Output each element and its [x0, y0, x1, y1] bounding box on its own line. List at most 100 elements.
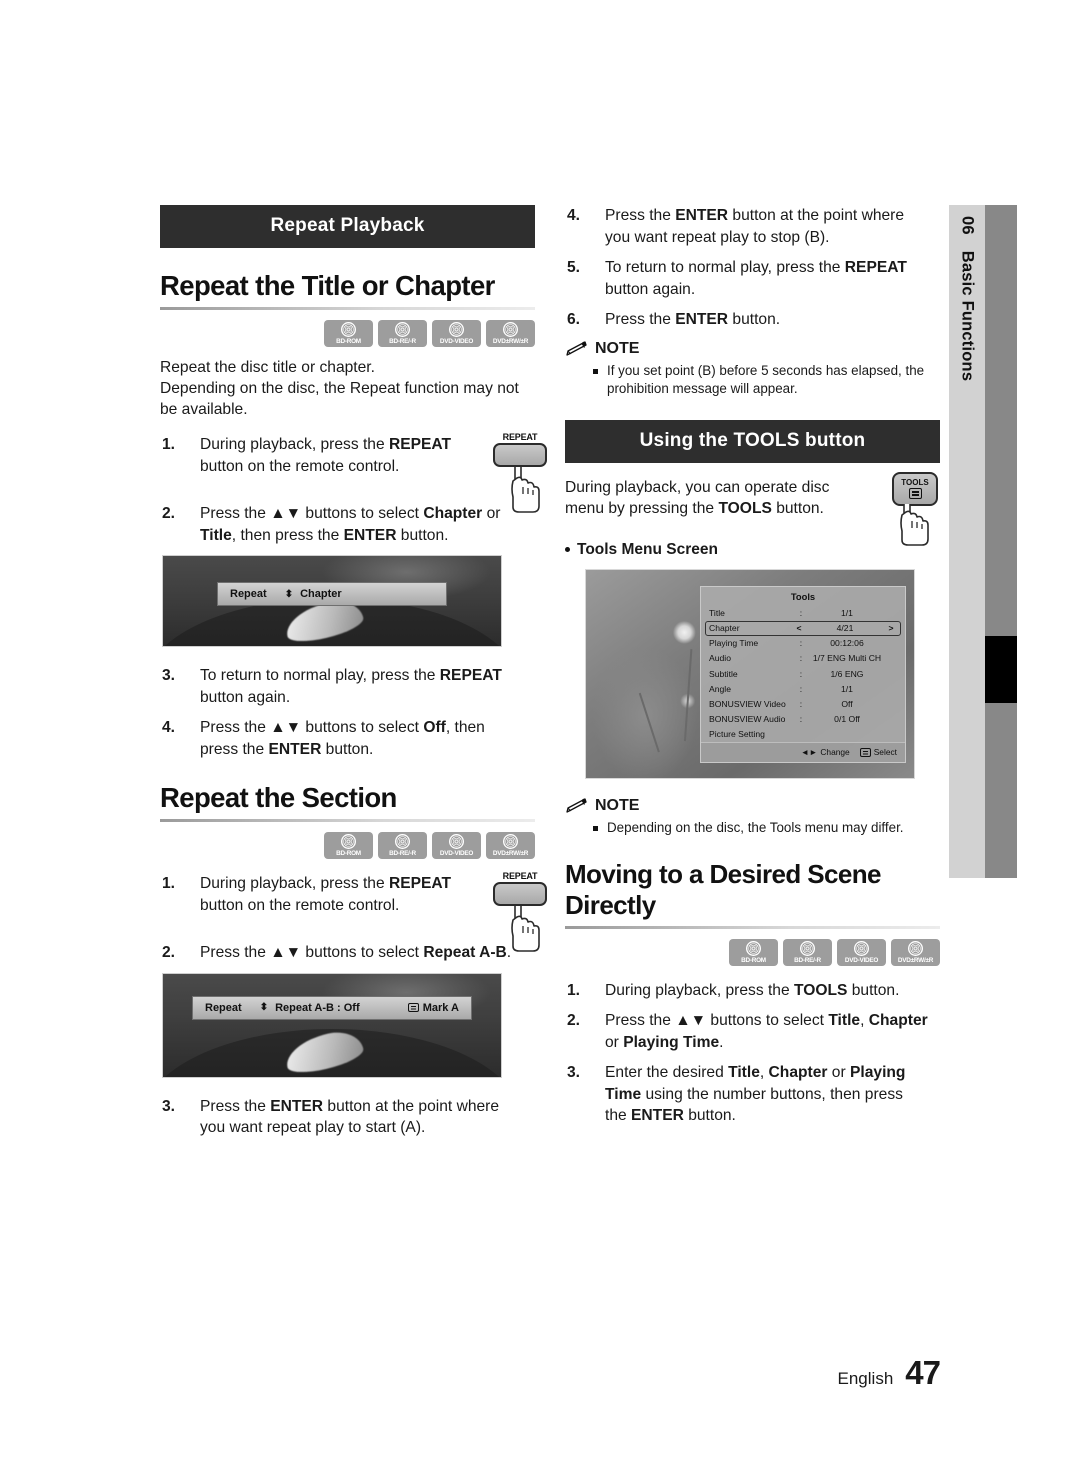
key-label: REPEAT [502, 432, 538, 442]
note-title: NOTE [595, 796, 640, 814]
disc-label: DVD-VIDEO [844, 956, 879, 964]
disc-label: BD-ROM [336, 850, 361, 857]
row-separator: : [799, 683, 803, 694]
disc-label: DVD±RW/±R [492, 850, 529, 857]
up-down-arrow-icon: ⬍ [259, 1002, 269, 1013]
step-number: 5. [567, 259, 581, 276]
disc-label: BD-ROM [741, 956, 766, 964]
pressing-hand-icon [511, 906, 540, 952]
list-item: 3. Enter the desired Title, Chapter or P… [565, 1062, 940, 1127]
disc-icon-dvd-rw-r: DVD±RW/±R [486, 832, 535, 859]
list-item: If you set point (B) before 5 seconds ha… [593, 362, 940, 398]
step-text: To return to normal play, press the REPE… [200, 667, 502, 706]
disc-icon-bd-rom: BD-ROM [729, 938, 778, 966]
step-text: To return to normal play, press the REPE… [605, 259, 907, 298]
steps-repeat-section-1-2: 1. During playback, press the REPEAT butt… [160, 873, 535, 964]
disc-glyph-icon [908, 940, 923, 956]
disc-glyph-icon [395, 834, 410, 849]
manual-page: 06 Basic Functions Repeat Playback Repeat… [0, 0, 1080, 1477]
table-row[interactable]: Subtitle : 1/6 ENG [705, 666, 901, 681]
disc-glyph-icon [449, 834, 464, 849]
note-items-2: Depending on the disc, the Tools menu ma… [565, 819, 940, 837]
disc-icon-dvd-video: DVD-VIDEO [837, 938, 886, 966]
heading-repeat-title-or-chapter: Repeat the Title or Chapter [160, 270, 495, 301]
bullet-dot-icon [565, 547, 570, 552]
row-key: Playing Time [709, 638, 759, 649]
remote-key-repeat-2: REPEAT [489, 871, 551, 957]
right-arrow-icon[interactable]: > [885, 623, 897, 634]
note-heading-1: NOTE [565, 340, 940, 358]
row-value: 0/1 Off [834, 714, 860, 725]
step-text: During playback, press the TOOLS button. [605, 981, 900, 999]
step-text: Press the ▲▼ buttons to select Title, Ch… [605, 1012, 928, 1051]
heading-repeat-the-section: Repeat the Section [160, 782, 397, 813]
section-banner-using-tools: Using the TOOLS button [565, 419, 940, 463]
disc-glyph-icon [395, 322, 410, 337]
table-row[interactable]: Audio : 1/7 ENG Multi CH [705, 651, 901, 666]
pencil-icon [566, 340, 587, 356]
row-value: 4/21 [836, 622, 854, 633]
edge-bar-gray [985, 205, 1017, 878]
disc-label: DVD-VIDEO [439, 850, 474, 857]
list-item: 3. To return to normal play, press the R… [160, 665, 535, 708]
step-number: 4. [567, 207, 581, 224]
osd-label: Repeat [205, 1001, 242, 1014]
table-row[interactable]: Picture Setting [705, 727, 901, 742]
row-separator: : [799, 607, 803, 618]
pressing-hand-icon [900, 503, 929, 546]
key-label: REPEAT [502, 871, 538, 881]
table-row[interactable]: BONUSVIEW Video : Off [705, 697, 901, 712]
disc-label: BD-ROM [336, 338, 361, 345]
left-arrow-icon[interactable]: < [793, 623, 805, 634]
osd-enter-label: Mark A [422, 1001, 459, 1014]
chapter-number: 06 [958, 215, 977, 235]
right-column: 4. Press the ENTER button at the point w… [565, 205, 940, 1136]
step-number: 2. [162, 505, 176, 522]
osd-repeat-bar: Repeat ⬍ Chapter [217, 582, 447, 606]
list-item: 2. Press the ▲▼ buttons to select Title,… [565, 1010, 940, 1053]
up-down-arrow-icon: ⬍ [284, 588, 294, 600]
disc-label: BD-RE/-R [794, 956, 821, 964]
disc-label: DVD-VIDEO [439, 338, 474, 345]
table-row[interactable]: Angle : 1/1 [705, 682, 901, 697]
disc-label: DVD±RW/±R [492, 338, 529, 345]
chapter-name: Basic Functions [958, 250, 977, 381]
heading-rule [160, 307, 535, 310]
osd-value: Repeat A-B : Off [275, 1001, 360, 1014]
row-value: 1/1 [841, 607, 853, 618]
step-number: 1. [162, 875, 176, 892]
row-separator: : [799, 668, 803, 679]
row-value: 1/6 ENG [830, 668, 864, 679]
disc-glyph-icon [503, 322, 518, 337]
note-heading-2: NOTE [565, 797, 940, 815]
step-text: Press the ▲▼ buttons to select Chapter o… [200, 505, 501, 544]
table-row[interactable]: Playing Time : 00:12:06 [705, 636, 901, 651]
row-key: Picture Setting [709, 729, 765, 740]
key-cap: TOOLS [892, 471, 938, 506]
disc-icon-bd-rom: BD-ROM [324, 320, 373, 347]
disc-icon-bd-re-r: BD-RE/-R [378, 320, 427, 347]
table-row-selected[interactable]: Chapter < 4/21 > [705, 620, 901, 637]
page-footer: English 47 [838, 1354, 941, 1392]
disc-icon-bd-rom: BD-ROM [324, 832, 373, 859]
row-key: Audio [709, 653, 731, 664]
list-item: 1. During playback, press the TOOLS butt… [565, 980, 940, 1002]
disc-glyph-icon [341, 322, 356, 337]
remote-key-repeat-1: REPEAT [489, 432, 551, 518]
photo-stem [638, 692, 661, 753]
table-row[interactable]: Title : 1/1 [705, 606, 901, 621]
osd-screenshot-repeat-chapter: Repeat ⬍ Chapter [162, 555, 502, 647]
disc-icon-bd-re-r: BD-RE/-R [378, 832, 427, 859]
key-label: TOOLS [901, 478, 929, 487]
disc-label: DVD±RW/±R [897, 956, 934, 964]
key-cap [493, 443, 547, 467]
intro-line-2: Depending on the disc, the Repeat functi… [160, 380, 519, 418]
chapter-side-tab: 06 Basic Functions [949, 205, 985, 878]
select-label: Select [873, 747, 897, 758]
footer-page-number: 47 [905, 1354, 941, 1391]
table-row[interactable]: BONUSVIEW Audio : 0/1 Off [705, 712, 901, 727]
note-text: If you set point (B) before 5 seconds ha… [607, 362, 925, 396]
left-column: Repeat Playback Repeat the Title or Chap… [160, 205, 547, 1148]
list-item: 5. To return to normal play, press the R… [565, 257, 940, 300]
step-text: Press the ENTER button at the point wher… [200, 1097, 500, 1137]
